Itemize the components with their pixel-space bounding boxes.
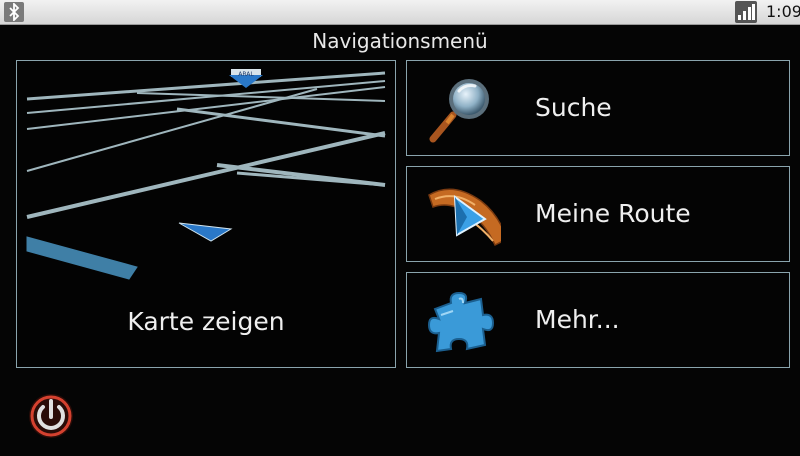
poi-label: ARAL — [238, 71, 254, 78]
more-label: Mehr... — [535, 305, 620, 334]
page-title: Navigationsmenü — [312, 29, 488, 53]
show-map-label: Karte zeigen — [127, 307, 285, 336]
bluetooth-icon — [4, 2, 24, 22]
power-icon — [29, 394, 73, 438]
vehicle-position-icon — [178, 222, 233, 242]
signal-strength-icon — [735, 1, 757, 23]
search-button[interactable]: Suche — [406, 60, 790, 156]
show-map-button[interactable]: ARAL Karte zeigen — [16, 60, 396, 368]
magnifier-icon — [425, 73, 501, 145]
navigation-screen: 1:09 Navigationsmenü ARAL Karte zeigen S… — [0, 0, 800, 456]
my-route-label: Meine Route — [535, 199, 691, 228]
more-button[interactable]: Mehr... — [406, 272, 790, 368]
route-arrow-icon — [425, 179, 508, 251]
my-route-button[interactable]: Meine Route — [406, 166, 790, 262]
puzzle-piece-icon — [425, 285, 501, 357]
power-button[interactable] — [24, 392, 78, 440]
search-label: Suche — [535, 93, 612, 122]
status-bar: 1:09 — [0, 0, 800, 25]
status-time: 1:09 — [766, 2, 800, 21]
